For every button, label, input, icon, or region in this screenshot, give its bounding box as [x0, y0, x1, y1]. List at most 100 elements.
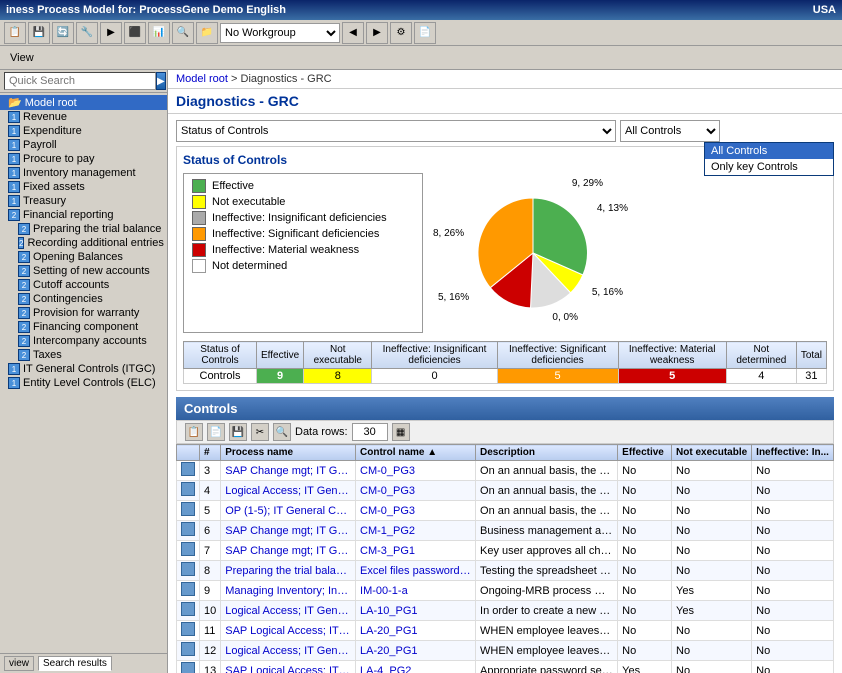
- row-control[interactable]: CM-0_PG3: [356, 481, 476, 501]
- toolbar-btn-11[interactable]: ▶: [366, 22, 388, 44]
- toolbar-btn-8[interactable]: 🔍: [172, 22, 194, 44]
- page-icon: 1: [8, 195, 20, 207]
- ctrl-btn-2[interactable]: 📄: [207, 423, 225, 441]
- dropdown-option-key-controls[interactable]: Only key Controls: [705, 159, 833, 175]
- col-control[interactable]: Control name ▲: [356, 445, 476, 461]
- row-process[interactable]: Logical Access; IT General ...: [221, 641, 356, 661]
- row-control[interactable]: LA-20_PG1: [356, 641, 476, 661]
- sidebar-item-recording[interactable]: 2 Recording additional entries: [0, 236, 167, 250]
- row-process[interactable]: SAP Logical Access; IT Gene...: [221, 661, 356, 673]
- toolbar-btn-5[interactable]: ▶: [100, 22, 122, 44]
- breadcrumb-child: Diagnostics - GRC: [241, 73, 332, 85]
- toolbar-btn-2[interactable]: 💾: [28, 22, 50, 44]
- sidebar-item-elc[interactable]: 1 Entity Level Controls (ELC): [0, 376, 167, 390]
- sidebar-item-trial-balance[interactable]: 2 Preparing the trial balance: [0, 222, 167, 236]
- row-control[interactable]: LA-4_PG2: [356, 661, 476, 673]
- workgroup-select[interactable]: No Workgroup: [220, 23, 340, 43]
- col-process[interactable]: Process name: [221, 445, 356, 461]
- table-row: 3 SAP Change mgt; IT Genera... CM-0_PG3 …: [177, 461, 834, 481]
- row-process[interactable]: Managing Inventory; Invent...: [221, 581, 356, 601]
- ctrl-btn-5[interactable]: 🔍: [273, 423, 291, 441]
- toolbar-btn-10[interactable]: ◀: [342, 22, 364, 44]
- row-icon: [181, 662, 195, 673]
- col-num[interactable]: #: [200, 445, 221, 461]
- toolbar-btn-12[interactable]: ⚙: [390, 22, 412, 44]
- toolbar-btn-13[interactable]: 📄: [414, 22, 436, 44]
- row-control[interactable]: LA-10_PG1: [356, 601, 476, 621]
- row-icon: [181, 602, 195, 616]
- row-insignificant: 0: [372, 369, 497, 384]
- sidebar-item-expenditure[interactable]: 1 Expenditure: [0, 124, 167, 138]
- row-process[interactable]: SAP Change mgt; IT Genera...: [221, 521, 356, 541]
- quick-search-button[interactable]: ▶: [156, 72, 166, 90]
- row-process[interactable]: SAP Logical Access; IT Gene...: [221, 621, 356, 641]
- breadcrumb-separator: >: [231, 73, 240, 85]
- row-control[interactable]: CM-3_PG1: [356, 541, 476, 561]
- sidebar-item-model-root[interactable]: 📂 Model root: [0, 95, 167, 110]
- row-process[interactable]: Preparing the trial balance;...: [221, 561, 356, 581]
- sidebar-item-procure-to-pay[interactable]: 1 Procure to pay: [0, 152, 167, 166]
- sidebar: ▶ 📂 Model root 1 Revenue 1 Expenditure 1…: [0, 70, 168, 673]
- col-effective[interactable]: Effective: [618, 445, 672, 461]
- table-row: 7 SAP Change mgt; IT Genera... CM-3_PG1 …: [177, 541, 834, 561]
- col-description[interactable]: Description: [476, 445, 618, 461]
- col-not-executable[interactable]: Not executable: [672, 445, 752, 461]
- col-ineffective[interactable]: Ineffective: In...: [752, 445, 834, 461]
- toolbar-btn-1[interactable]: 📋: [4, 22, 26, 44]
- ctrl-btn-4[interactable]: ✂: [251, 423, 269, 441]
- dropdown-option-all-controls[interactable]: All Controls: [705, 143, 833, 159]
- sidebar-tab-view[interactable]: view: [4, 656, 34, 671]
- row-control[interactable]: CM-1_PG2: [356, 521, 476, 541]
- toolbar-btn-7[interactable]: 📊: [148, 22, 170, 44]
- sidebar-item-provision[interactable]: 2 Provision for warranty: [0, 306, 167, 320]
- sidebar-item-taxes[interactable]: 2 Taxes: [0, 348, 167, 362]
- sidebar-item-contingencies[interactable]: 2 Contingencies: [0, 292, 167, 306]
- status-of-controls-section: Status of Controls Effective Not executa…: [176, 146, 834, 391]
- sidebar-tab-search-results[interactable]: Search results: [38, 656, 112, 671]
- status-select[interactable]: Status of Controls: [176, 120, 616, 142]
- row-control[interactable]: IM-00-1-a: [356, 581, 476, 601]
- row-control[interactable]: CM-0_PG3: [356, 461, 476, 481]
- row-process[interactable]: Logical Access; IT General ...: [221, 481, 356, 501]
- row-description: On an annual basis, the IT man...: [476, 501, 618, 521]
- legend-color-insignificant: [192, 211, 206, 225]
- sidebar-item-cutoff[interactable]: 2 Cutoff accounts: [0, 278, 167, 292]
- dropdown-row: Status of Controls All Controls Only key…: [176, 120, 834, 142]
- row-control[interactable]: LA-20_PG1: [356, 621, 476, 641]
- row-control[interactable]: CM-0_PG3: [356, 501, 476, 521]
- sidebar-item-financing[interactable]: 2 Financing component: [0, 320, 167, 334]
- row-not-executable: No: [672, 521, 752, 541]
- row-process[interactable]: OP (1-5); IT General Contro...: [221, 501, 356, 521]
- sidebar-item-revenue[interactable]: 1 Revenue: [0, 110, 167, 124]
- sidebar-item-treasury[interactable]: 1 Treasury: [0, 194, 167, 208]
- sidebar-item-opening-balances[interactable]: 2 Opening Balances: [0, 250, 167, 264]
- toolbar-btn-6[interactable]: ⬛: [124, 22, 146, 44]
- row-not-executable: 8: [304, 369, 372, 384]
- sidebar-item-itgc[interactable]: 1 IT General Controls (ITGC): [0, 362, 167, 376]
- sidebar-item-intercompany[interactable]: 2 Intercompany accounts: [0, 334, 167, 348]
- sidebar-item-fixed-assets[interactable]: 1 Fixed assets: [0, 180, 167, 194]
- legend-item-effective: Effective: [192, 178, 414, 194]
- sidebar-item-inventory[interactable]: 1 Inventory management: [0, 166, 167, 180]
- controls-type-select[interactable]: All Controls Only key Controls: [620, 120, 720, 142]
- sidebar-item-payroll[interactable]: 1 Payroll: [0, 138, 167, 152]
- page-icon: 1: [8, 139, 20, 151]
- toolbar-btn-9[interactable]: 📁: [196, 22, 218, 44]
- sidebar-item-financial-reporting[interactable]: 2 Financial reporting: [0, 208, 167, 222]
- row-ineffective: No: [752, 581, 834, 601]
- row-process[interactable]: Logical Access; IT General ...: [221, 601, 356, 621]
- row-process[interactable]: SAP Change mgt; IT Genera...: [221, 461, 356, 481]
- ctrl-btn-3[interactable]: 💾: [229, 423, 247, 441]
- toolbar-btn-3[interactable]: 🔄: [52, 22, 74, 44]
- quick-search-input[interactable]: [4, 72, 156, 90]
- row-effective: No: [618, 621, 672, 641]
- data-rows-input[interactable]: [352, 423, 388, 441]
- ctrl-btn-grid[interactable]: ▦: [392, 423, 410, 441]
- menu-view[interactable]: View: [4, 50, 40, 66]
- sidebar-item-new-accounts[interactable]: 2 Setting of new accounts: [0, 264, 167, 278]
- breadcrumb-root[interactable]: Model root: [176, 73, 228, 85]
- toolbar-btn-4[interactable]: 🔧: [76, 22, 98, 44]
- ctrl-btn-1[interactable]: 📋: [185, 423, 203, 441]
- row-control[interactable]: Excel files password ...: [356, 561, 476, 581]
- row-process[interactable]: SAP Change mgt; IT Genera...: [221, 541, 356, 561]
